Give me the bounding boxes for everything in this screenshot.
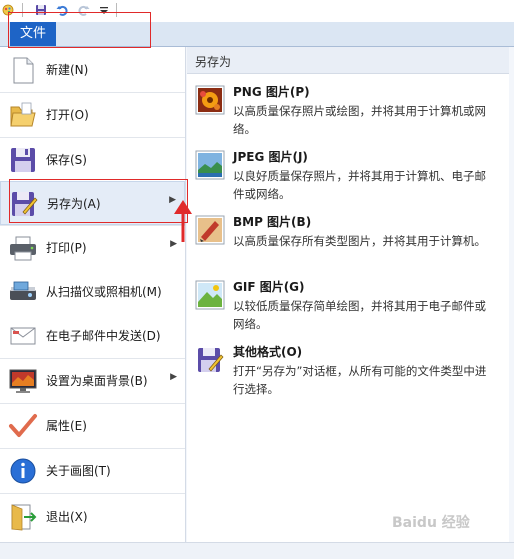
save-as-gif[interactable]: GIF 图片(G) 以较低质量保存简单绘图，并将其用于电子邮件或网络。 [195, 278, 505, 334]
save-as-png[interactable]: PNG 图片(P) 以高质量保存照片或绘图，并将其用于计算机或网络。 [195, 83, 505, 139]
menu-item-label: 打开(O) [46, 108, 89, 122]
menu-footer [0, 542, 514, 559]
menu-item-label: 退出(X) [46, 510, 88, 524]
menu-item-save[interactable]: 保存(S) [0, 138, 185, 182]
other-formats-icon [198, 348, 224, 372]
menu-item-label: 关于画图(T) [46, 464, 111, 478]
divider [0, 493, 185, 494]
menu-item-open[interactable]: 打开(O) [0, 93, 185, 137]
submenu-header: 另存为 [187, 47, 509, 74]
menu-item-desktop-background[interactable]: 设置为桌面背景(B) ▶ [0, 359, 185, 403]
menu-item-label: 新建(N) [46, 63, 89, 77]
option-title: 其他格式(O) [233, 345, 303, 359]
option-description: 以高质量保存照片或绘图，并将其用于计算机或网络。 [233, 104, 486, 136]
open-folder-icon [10, 102, 36, 127]
menu-item-print[interactable]: 打印(P) ▶ [0, 226, 185, 270]
option-title: JPEG 图片(J) [233, 150, 308, 164]
info-icon [10, 458, 36, 484]
menu-item-label: 在电子邮件中发送(D) [46, 329, 161, 343]
save-as-bmp[interactable]: BMP 图片(B) 以高质量保存所有类型图片，并将其用于计算机。 [195, 213, 505, 269]
jpeg-image-icon [195, 150, 225, 180]
scanner-icon [10, 281, 36, 300]
submenu-arrow-icon: ▶ [170, 372, 177, 382]
file-menu-list: 新建(N) 打开(O) 保存(S) 另存为(A) ▶ 打印(P) ▶ 从扫描仪或… [0, 47, 186, 542]
option-title: PNG 图片(P) [233, 85, 310, 99]
menu-item-label: 保存(S) [46, 153, 87, 167]
printer-icon [10, 236, 36, 261]
menu-item-about[interactable]: 关于画图(T) [0, 449, 185, 493]
option-description: 以高质量保存所有类型图片，并将其用于计算机。 [233, 234, 486, 248]
menu-item-label: 设置为桌面背景(B) [46, 374, 148, 388]
menu-item-label: 从扫描仪或照相机(M) [46, 285, 162, 299]
annotation-box-file [8, 12, 151, 48]
menu-item-label: 打印(P) [46, 241, 87, 255]
save-as-submenu: 另存为 PNG 图片(P) 以高质量保存照片或绘图，并将其用于计算机或网络。 J… [187, 47, 509, 542]
new-file-icon [13, 57, 34, 84]
save-icon [11, 148, 35, 172]
option-description: 以较低质量保存简单绘图，并将其用于电子邮件或网络。 [233, 299, 486, 331]
menu-item-scanner[interactable]: 从扫描仪或照相机(M) [0, 270, 185, 314]
desktop-icon [9, 369, 37, 393]
menu-item-properties[interactable]: 属性(E) [0, 404, 185, 448]
gif-image-icon [195, 280, 225, 310]
option-title: GIF 图片(G) [233, 280, 305, 294]
annotation-arrow-icon [174, 200, 192, 242]
menu-item-label: 属性(E) [46, 419, 87, 433]
png-image-icon [195, 85, 225, 115]
submenu-title: 另存为 [195, 55, 232, 69]
option-description: 以良好质量保存照片，并将其用于计算机、电子邮件或网络。 [233, 169, 486, 201]
menu-item-new[interactable]: 新建(N) [0, 48, 185, 92]
bmp-image-icon [195, 215, 225, 245]
exit-icon [11, 504, 37, 531]
option-description: 打开“另存为”对话框，从所有可能的文件类型中进行选择。 [233, 364, 487, 396]
email-icon [10, 327, 36, 345]
option-title: BMP 图片(B) [233, 215, 312, 229]
checkmark-icon [9, 414, 37, 437]
watermark: Baidu 经验 [392, 515, 470, 531]
annotation-box-save-as [9, 179, 188, 223]
menu-item-exit[interactable]: 退出(X) [0, 495, 185, 539]
save-as-jpeg[interactable]: JPEG 图片(J) 以良好质量保存照片，并将其用于计算机、电子邮件或网络。 [195, 148, 505, 204]
menu-item-email[interactable]: 在电子邮件中发送(D) [0, 314, 185, 358]
save-as-other-formats[interactable]: 其他格式(O) 打开“另存为”对话框，从所有可能的文件类型中进行选择。 [195, 343, 505, 399]
